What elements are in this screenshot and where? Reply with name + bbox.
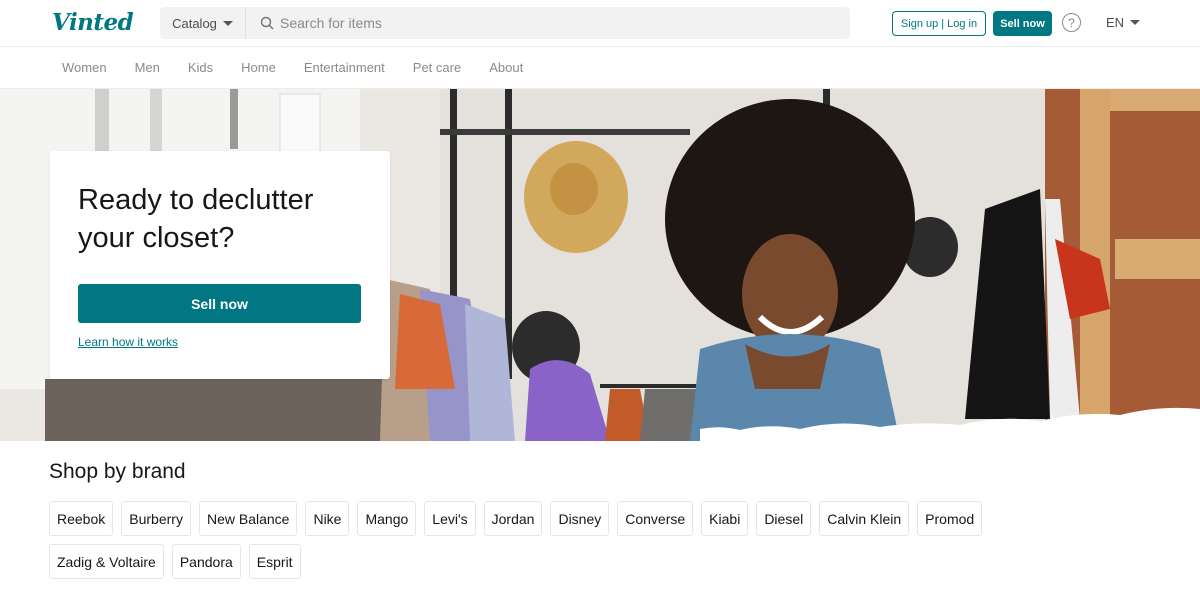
signup-label[interactable]: Sign up: [901, 18, 938, 30]
vinted-logo[interactable]: Vinted: [52, 9, 134, 36]
header-sell-button[interactable]: Sell now: [993, 11, 1052, 36]
nav-item-kids[interactable]: Kids: [188, 60, 213, 75]
language-selector[interactable]: EN: [1106, 15, 1141, 30]
help-icon[interactable]: ?: [1062, 13, 1081, 32]
search-icon: [246, 7, 274, 39]
brand-row-1: Reebok Burberry New Balance Nike Mango L…: [49, 501, 983, 536]
nav-item-home[interactable]: Home: [241, 60, 276, 75]
brand-chip[interactable]: Promod: [917, 501, 983, 536]
learn-how-link[interactable]: Learn how it works: [78, 335, 178, 349]
brand-row-2: Zadig & Voltaire Pandora Esprit: [49, 544, 301, 579]
brand-chip[interactable]: Mango: [357, 501, 417, 536]
brand-chip[interactable]: Jordan: [483, 501, 543, 536]
brand-chip[interactable]: Kiabi: [701, 501, 749, 536]
brand-chip[interactable]: Diesel: [756, 501, 812, 536]
nav-item-women[interactable]: Women: [62, 60, 107, 75]
shop-by-brand-title: Shop by brand: [49, 460, 186, 483]
nav-item-pet-care[interactable]: Pet care: [413, 60, 461, 75]
brand-chip[interactable]: Disney: [550, 501, 610, 536]
nav-item-about[interactable]: About: [489, 60, 523, 75]
hero-title: Ready to declutter your closet?: [78, 184, 314, 254]
catalog-label: Catalog: [172, 15, 217, 31]
hero-banner: Ready to declutter your closet? Sell now…: [0, 89, 1200, 441]
hero-sell-button[interactable]: Sell now: [78, 284, 361, 323]
brand-chip[interactable]: Levi's: [424, 501, 476, 536]
brand-chip[interactable]: Converse: [617, 501, 694, 536]
brand-chip[interactable]: Reebok: [49, 501, 114, 536]
login-label[interactable]: Log in: [947, 18, 977, 30]
brand-chip[interactable]: Calvin Klein: [819, 501, 910, 536]
chevron-down-icon: [222, 20, 233, 26]
brand-chip[interactable]: Burberry: [121, 501, 191, 536]
hero-card: Ready to declutter your closet? Sell now…: [50, 151, 390, 379]
chevron-down-icon: [1130, 20, 1141, 25]
brand-chip[interactable]: Nike: [305, 501, 350, 536]
brand-chip[interactable]: Esprit: [248, 544, 301, 579]
search-bar: Catalog: [160, 7, 850, 39]
nav-item-entertainment[interactable]: Entertainment: [304, 60, 385, 75]
search-input[interactable]: [274, 7, 850, 39]
signup-login-button[interactable]: Sign up | Log in: [892, 11, 986, 36]
brand-chip[interactable]: Zadig & Voltaire: [49, 544, 164, 579]
nav-item-men[interactable]: Men: [135, 60, 160, 75]
category-nav: Women Men Kids Home Entertainment Pet ca…: [0, 47, 1200, 89]
top-header: Vinted Catalog Sign up | Log in Sell now…: [0, 0, 1200, 47]
language-label: EN: [1106, 15, 1125, 30]
separator: |: [941, 17, 945, 30]
catalog-dropdown[interactable]: Catalog: [160, 7, 246, 39]
brand-chip[interactable]: New Balance: [198, 501, 298, 536]
brand-chip[interactable]: Pandora: [171, 544, 241, 579]
